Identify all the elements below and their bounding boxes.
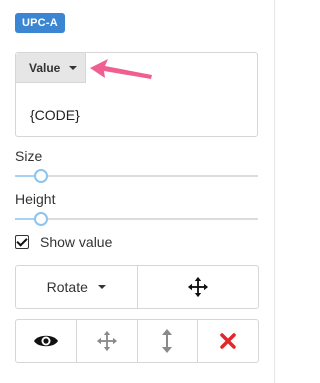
- show-value-label: Show value: [40, 234, 113, 250]
- height-slider-thumb[interactable]: [34, 212, 48, 226]
- size-label: Size: [15, 148, 43, 164]
- element-actions-toolbar: [15, 319, 259, 363]
- resize-button[interactable]: [138, 320, 199, 362]
- chevron-down-icon: [97, 285, 106, 289]
- value-source-dropdown[interactable]: Value: [16, 53, 86, 83]
- transform-toolbar: Rotate: [15, 265, 259, 309]
- move-arrows-icon: [96, 330, 117, 352]
- chevron-down-icon: [69, 65, 78, 70]
- height-slider[interactable]: [15, 212, 258, 226]
- panel-right-border: [274, 0, 275, 383]
- show-value-row[interactable]: Show value: [15, 232, 112, 252]
- move-arrows-icon: [187, 276, 208, 298]
- drag-button[interactable]: [77, 320, 138, 362]
- height-label: Height: [15, 191, 56, 207]
- rotate-button[interactable]: Rotate: [16, 266, 138, 308]
- size-slider-track: [15, 175, 258, 177]
- value-content[interactable]: {CODE}: [30, 107, 80, 123]
- move-button[interactable]: [138, 266, 259, 308]
- show-value-checkbox[interactable]: [15, 235, 29, 249]
- close-x-icon: [220, 333, 236, 349]
- delete-button[interactable]: [198, 320, 258, 362]
- rotate-button-label: Rotate: [46, 279, 88, 295]
- height-slider-track: [15, 218, 258, 220]
- vertical-resize-icon: [162, 329, 173, 353]
- eye-icon: [33, 335, 58, 347]
- pointer-arrow-icon: [90, 59, 152, 79]
- size-slider-thumb[interactable]: [34, 169, 48, 183]
- barcode-type-badge: UPC-A: [15, 13, 65, 33]
- value-source-label: Value: [29, 60, 61, 75]
- size-slider[interactable]: [15, 169, 258, 183]
- view-button[interactable]: [16, 320, 77, 362]
